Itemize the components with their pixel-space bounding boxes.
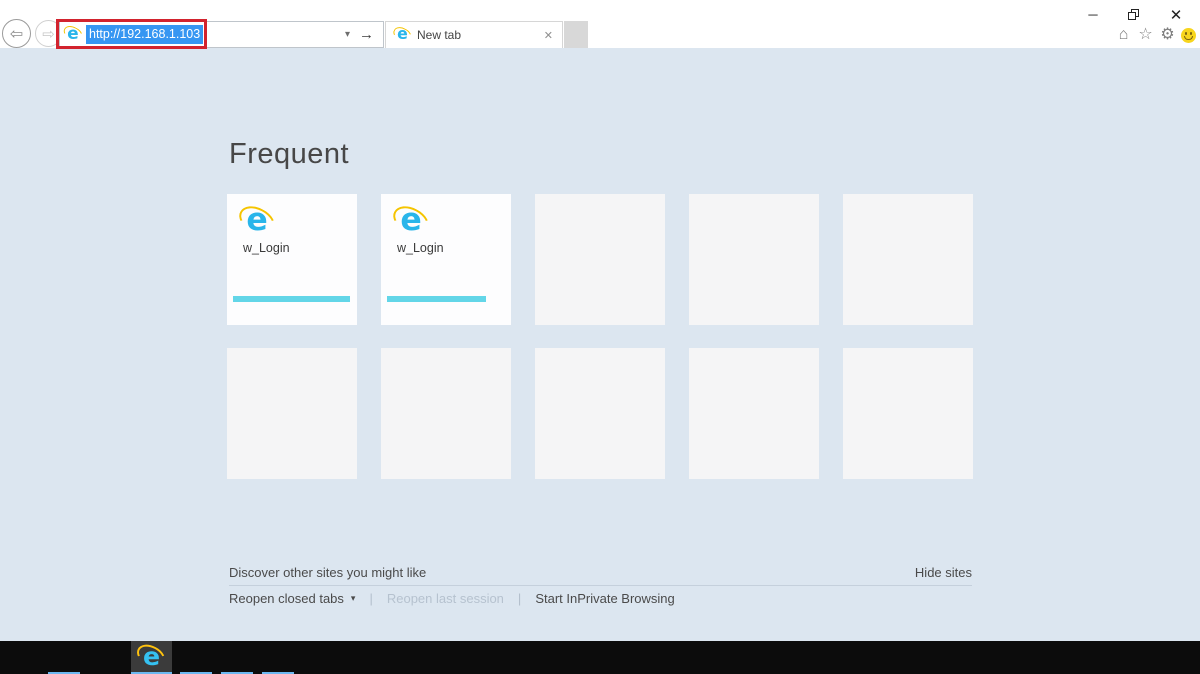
- new-tab-page: Frequent e w_Login e w_Login Discover ot…: [0, 48, 1200, 641]
- ie-favicon-icon: e: [60, 22, 85, 45]
- address-dropdown-icon[interactable]: ▾: [341, 29, 354, 40]
- restore-button[interactable]: [1118, 2, 1148, 27]
- start-inprivate-link[interactable]: Start InPrivate Browsing: [535, 591, 674, 606]
- back-icon: ⇦: [9, 25, 24, 43]
- tools-button[interactable]: ⚙: [1158, 26, 1177, 44]
- session-links-row: Reopen closed tabs ▾ | Reopen last sessi…: [229, 591, 675, 606]
- new-tab-button[interactable]: [564, 21, 588, 48]
- url-text[interactable]: http://192.168.1.103: [86, 25, 204, 44]
- home-button[interactable]: ⌂: [1114, 26, 1133, 44]
- restore-icon: [1127, 9, 1139, 20]
- go-arrow-icon[interactable]: →: [354, 26, 383, 43]
- empty-tile[interactable]: [843, 194, 973, 325]
- taskbar: e ∧ 6:13 PM 10/27/2016: [0, 640, 1200, 674]
- minimize-icon: ─: [1088, 7, 1098, 22]
- frequent-tile[interactable]: e w_Login: [381, 194, 511, 325]
- forward-button[interactable]: ⇨: [35, 20, 62, 47]
- back-button[interactable]: ⇦: [2, 19, 31, 48]
- tile-label: w_Login: [397, 241, 444, 255]
- usage-bar: [233, 296, 350, 302]
- favorites-button[interactable]: ☆: [1136, 26, 1155, 44]
- reopen-closed-tabs-link[interactable]: Reopen closed tabs: [229, 591, 344, 606]
- separator: |: [369, 591, 373, 606]
- empty-tile[interactable]: [689, 194, 819, 325]
- close-window-icon: ✕: [1169, 6, 1183, 24]
- empty-tile[interactable]: [227, 348, 357, 479]
- page-title: Frequent: [229, 138, 350, 170]
- close-window-button[interactable]: ✕: [1158, 2, 1194, 27]
- internet-explorer-icon: e: [133, 640, 170, 673]
- ie-site-icon: e: [388, 200, 434, 241]
- desktop-screen: ⇦ ⇨ e http://192.168.1.103 ▾ → e New tab…: [0, 0, 1200, 674]
- gear-icon: ⚙: [1160, 26, 1175, 43]
- feedback-button[interactable]: [1179, 26, 1198, 44]
- hide-sites-link[interactable]: Hide sites: [915, 565, 972, 580]
- tab-favicon-icon: e: [391, 24, 414, 45]
- text-caret: [204, 26, 206, 43]
- internet-explorer-button[interactable]: e: [131, 640, 172, 674]
- forward-icon: ⇨: [42, 25, 55, 43]
- ie-site-icon: e: [234, 200, 280, 241]
- empty-tile[interactable]: [381, 348, 511, 479]
- empty-tile[interactable]: [843, 348, 973, 479]
- star-icon: ☆: [1138, 26, 1153, 43]
- chevron-down-icon[interactable]: ▾: [351, 593, 356, 604]
- empty-tile[interactable]: [535, 194, 665, 325]
- tile-label: w_Login: [243, 241, 290, 255]
- home-icon: ⌂: [1118, 26, 1129, 43]
- minimize-button[interactable]: ─: [1078, 2, 1108, 27]
- browser-chrome: ⇦ ⇨ e http://192.168.1.103 ▾ → e New tab…: [0, 0, 1200, 49]
- separator: |: [517, 591, 522, 606]
- frequent-tiles-grid: e w_Login e w_Login: [227, 194, 973, 479]
- reopen-last-session-link: Reopen last session: [386, 591, 504, 606]
- empty-tile[interactable]: [535, 348, 665, 479]
- tab-close-icon[interactable]: ✕: [544, 29, 553, 42]
- frequent-tile[interactable]: e w_Login: [227, 194, 357, 325]
- usage-bar: [387, 296, 486, 302]
- discover-sites-link[interactable]: Discover other sites you might like: [229, 565, 426, 580]
- address-bar-input[interactable]: e http://192.168.1.103 ▾ →: [59, 21, 384, 48]
- tab-title: New tab: [417, 28, 462, 42]
- empty-tile[interactable]: [689, 348, 819, 479]
- footer-divider: [229, 585, 972, 586]
- smiley-icon: [1181, 27, 1196, 43]
- tab-new-tab[interactable]: e New tab ✕: [385, 21, 563, 48]
